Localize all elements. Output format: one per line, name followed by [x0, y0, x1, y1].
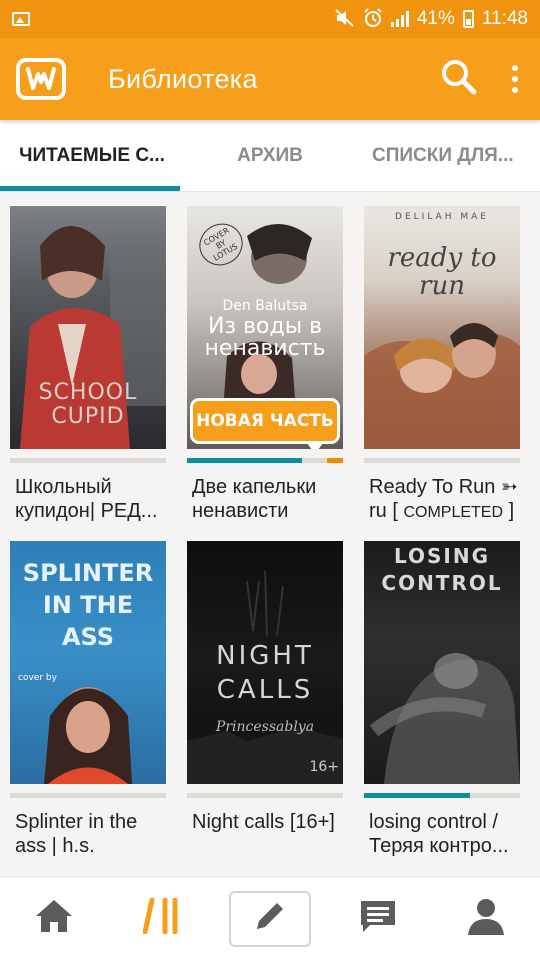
book-cover[interactable]: LOSING CONTROL [364, 541, 520, 784]
reading-progress [10, 793, 166, 798]
tab-reading-lists[interactable]: СПИСКИ ДЛЯ... [360, 120, 540, 191]
book-title-line-1: Splinter in the [15, 811, 138, 833]
cover-rating: 16+ [309, 759, 339, 775]
clock: 11:48 [481, 8, 528, 29]
signal-icon [390, 11, 409, 27]
write-button[interactable] [229, 890, 311, 947]
book-card[interactable]: NIGHT CALLS Princessablya 16+ Night call… [187, 541, 343, 834]
home-icon[interactable] [34, 898, 74, 939]
book-title: Splinter in the ass | h.s. [10, 810, 166, 858]
completed-label: COMPLETED [403, 504, 504, 521]
cover-title: LOSING CONTROL [381, 544, 503, 595]
book-title: Школьный купидон| РЕД... [10, 475, 166, 523]
book-cover[interactable]: DELILAH MAE ready to run [364, 206, 520, 449]
alarm-icon [363, 7, 383, 31]
book-title-line-1: Night calls [16+] [192, 811, 335, 833]
cover-title: SCHOOL CUPID [38, 380, 138, 429]
write-icon[interactable] [253, 899, 287, 938]
more-vert-icon[interactable] [510, 65, 520, 93]
book-title-line-2: Теряя контро... [369, 835, 509, 857]
new-part-indicator [327, 458, 343, 463]
new-part-badge: НОВАЯ ЧАСТЬ [190, 398, 340, 449]
cover-title: ready to run [387, 243, 497, 301]
tab-currently-reading[interactable]: ЧИТАЕМЫЕ С... [0, 120, 180, 191]
book-grid: SCHOOL CUPID Школьный купидон| РЕД... CO… [0, 192, 540, 876]
profile-icon[interactable] [466, 897, 506, 940]
book-title: Night calls [16+] [187, 810, 343, 834]
reading-progress [10, 458, 166, 463]
title-part: ru [ [369, 500, 404, 522]
book-cover[interactable]: COVER BY LOTUS Den Balutsa Из воды в нен… [187, 206, 343, 449]
status-bar: 41% 11:48 [0, 0, 540, 38]
cover-title: SPLINTER IN THE ASS [22, 559, 154, 651]
book-title-line-1: Школьный [15, 476, 112, 498]
book-title: Две капельки ненависти [187, 475, 343, 523]
nav-messages[interactable] [324, 877, 432, 960]
book-cover[interactable]: SPLINTER IN THE ASS cover by [10, 541, 166, 784]
book-title-line-1: losing control / [369, 811, 498, 833]
book-title-line-2: ненависти [192, 500, 289, 522]
gallery-notification-icon [12, 12, 30, 26]
page-title: Библиотека [108, 63, 258, 94]
cover-title: NIGHT CALLS [216, 641, 314, 705]
reading-progress [187, 793, 343, 798]
book-card[interactable]: SCHOOL CUPID Школьный купидон| РЕД... [10, 206, 166, 523]
mute-icon [335, 8, 355, 30]
book-title: Ready To Run ➳ ru [ COMPLETED ] [364, 475, 520, 525]
library-tabs: ЧИТАЕМЫЕ С... АРХИВ СПИСКИ ДЛЯ... [0, 120, 540, 192]
reading-progress [364, 793, 520, 798]
book-cover[interactable]: NIGHT CALLS Princessablya 16+ [187, 541, 343, 784]
cover-title: Из воды в ненависть [204, 314, 326, 361]
bottom-nav [0, 876, 540, 960]
reading-progress [364, 458, 520, 463]
cover-author: DELILAH MAE [395, 212, 489, 222]
book-card[interactable]: LOSING CONTROL losing control / Теряя ко… [364, 541, 520, 858]
tab-archive[interactable]: АРХИВ [180, 120, 360, 191]
book-title-line-1: Две капельки [192, 476, 317, 498]
book-title-line-2: ass | h.s. [15, 835, 95, 857]
book-cover[interactable]: SCHOOL CUPID [10, 206, 166, 449]
cover-author: Princessablya [215, 719, 315, 735]
nav-home[interactable] [0, 877, 108, 960]
search-icon[interactable] [440, 58, 478, 101]
nav-profile[interactable] [432, 877, 540, 960]
book-card[interactable]: DELILAH MAE ready to run Ready To Run ➳ … [364, 206, 520, 525]
cover-author: Den Balutsa [222, 298, 308, 314]
nav-write[interactable] [216, 877, 324, 960]
book-title: losing control / Теряя контро... [364, 810, 520, 858]
book-card[interactable]: SPLINTER IN THE ASS cover by Splinter in… [10, 541, 166, 858]
book-card[interactable]: COVER BY LOTUS Den Balutsa Из воды в нен… [187, 206, 343, 523]
battery-percent: 41% [416, 8, 455, 29]
library-icon[interactable] [142, 897, 181, 939]
book-title-line-1: Ready To Run ➳ [369, 476, 518, 498]
title-part: ] [503, 500, 515, 522]
book-title-line-2: ru [ COMPLETED ] [369, 499, 518, 525]
wattpad-logo-icon[interactable] [16, 58, 66, 100]
reading-progress [187, 458, 343, 463]
messages-icon[interactable] [358, 898, 398, 939]
cover-credit: cover by [18, 673, 57, 683]
book-title-line-2: купидон| РЕД... [15, 500, 158, 522]
nav-library[interactable] [108, 877, 216, 960]
battery-icon [462, 10, 474, 28]
app-bar: Библиотека [0, 38, 540, 120]
